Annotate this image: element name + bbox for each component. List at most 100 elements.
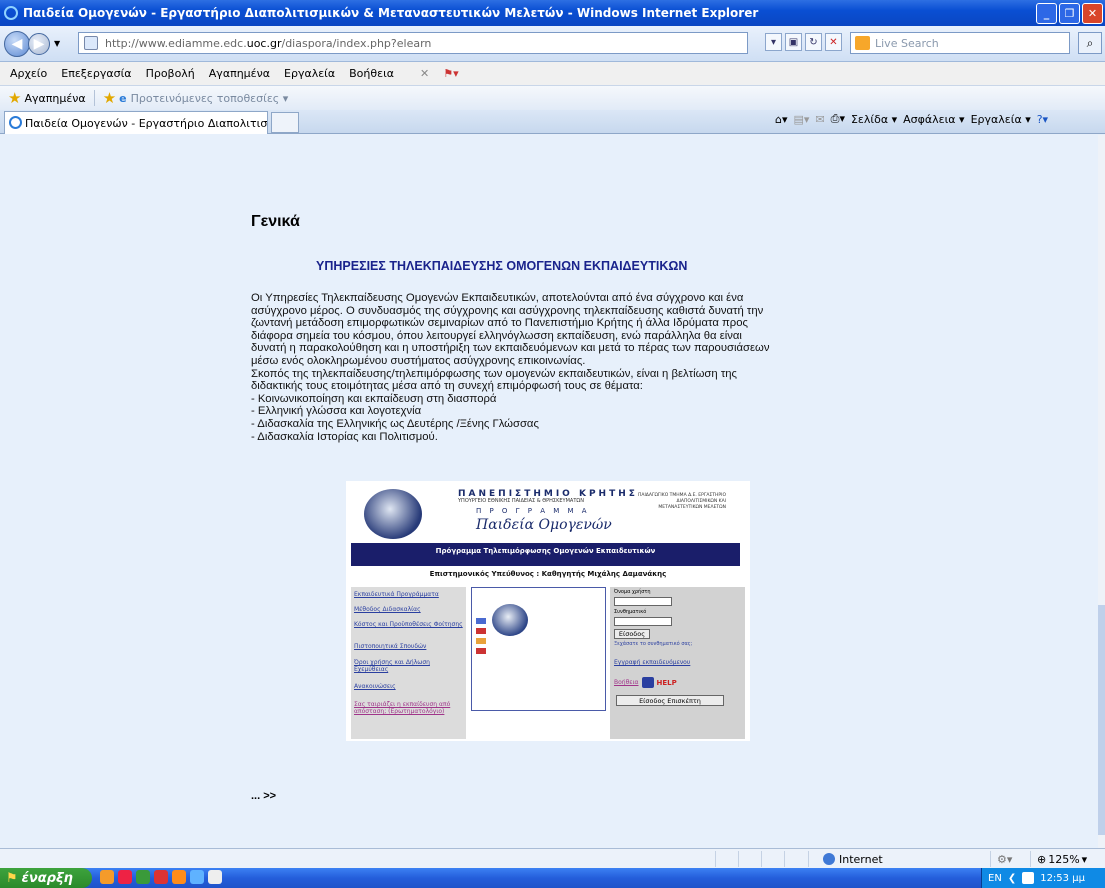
status-bar: Internet ⚙▾ ⊕ 125% ▾ [0,848,1105,868]
history-dropdown-icon[interactable]: ▼ [54,39,60,48]
banner-login-button: Είσοδος [614,629,650,639]
addon-icon[interactable]: ⚑▾ [443,67,458,80]
zoom-control[interactable]: ⊕ 125% ▾ [1030,851,1105,867]
ie-window: Παιδεία Ομογενών - Εργαστήριο Διαπολιτισ… [0,0,1105,888]
body-line: Σκοπός της τηλεκπαίδευσης/τηλεπιμόρφωσης… [251,367,738,380]
page-menu[interactable]: Σελίδα ▾ [851,113,897,126]
refresh-icon[interactable]: ↻ [805,33,822,51]
banner-login-panel: Όνομα χρήστη Συνθηματικό Είσοδος Ξεχάσατ… [610,587,745,739]
page-body: Οι Υπηρεσίες Τηλεκπαίδευσης Ομογενών Εκπ… [251,292,863,443]
banner-menu-item: Πιστοποιητικά Σπουδών [354,643,427,650]
banner-menu-item: Μέθοδος Διδασκαλίας [354,606,421,613]
flag-icon [476,628,486,634]
suggested-sites-link[interactable]: Προτεινόμενες τοποθεσίες ▾ [131,92,289,105]
banner-password-field [614,617,672,626]
protected-mode-icon[interactable]: ⚙▾ [990,851,1030,867]
search-button[interactable]: ⌕ [1078,32,1102,54]
safety-menu[interactable]: Ασφάλεια ▾ [903,113,964,126]
body-line: - Κοινωνικοποίηση και εκπαίδευση στη δια… [251,392,497,405]
menu-bar: Αρχείο Επεξεργασία Προβολή Αγαπημένα Εργ… [0,62,1105,86]
page-content: Γενικά ΥΠΗΡΕΣΙΕΣ ΤΗΛΕΚΠΑΙΔΕΥΣΗΣ ΟΜΟΓΕΝΩΝ… [0,135,1098,848]
quicklaunch-icon[interactable] [208,870,222,884]
banner-help-icon [641,677,654,688]
menu-favorites[interactable]: Αγαπημένα [209,67,270,80]
body-line: ασύγχρονο μέρος. Ο συνδυασμός της σύγχρο… [251,304,764,317]
mail-icon[interactable]: ✉ [815,113,824,126]
tray-arrow-icon[interactable]: ❮ [1008,873,1016,884]
home-icon[interactable]: ⌂▾ [775,113,788,126]
banner-program: Π Ρ Ο Γ Ρ Α Μ Μ Α [476,507,590,515]
globe-logo-icon [364,489,422,539]
tab-active[interactable]: Παιδεία Ομογενών - Εργαστήριο Διαπολιτισ… [4,111,268,134]
banner-ministry: ΥΠΟΥΡΓΕΙΟ ΕΘΝΙΚΗΣ ΠΑΙΔΕΙΑΣ & ΘΡΗΣΚΕΥΜΑΤΩ… [458,498,584,504]
clock: 12:53 μμ [1040,872,1085,884]
body-line: - Ελληνική γλώσσα και λογοτεχνία [251,405,422,418]
internet-zone-icon [823,853,835,865]
url-path: /diaspora/index.php?elearn [281,36,432,50]
menu-tools[interactable]: Εργαλεία [284,67,335,80]
banner-username-field [614,597,672,606]
favorites-button[interactable]: Αγαπημένα [24,92,85,105]
quicklaunch-ie-icon[interactable] [190,870,204,884]
quicklaunch-icon[interactable] [118,870,132,884]
banner-username-label: Όνομα χρήστη [614,589,651,595]
search-input[interactable]: Live Search [850,32,1070,54]
feeds-icon[interactable]: ▤▾ [794,113,810,126]
banner-menu-item: Ανακοινώσεις [354,683,396,690]
minimize-button[interactable]: _ [1036,3,1057,24]
forward-button[interactable]: ▶ [28,32,50,55]
banner-menu: Εκπαιδευτικά Προγράμματα Μέθοδος Διδασκα… [351,587,466,739]
scroll-thumb[interactable] [1098,605,1105,835]
back-button[interactable]: ◀ [4,30,30,57]
banner-dept: ΠΑΙΔΑΓΩΓΙΚΟ ΤΜΗΜΑ Δ.Ε. ΕΡΓΑΣΤΗΡΙΟ ΔΙΑΠΟΛ… [638,493,726,510]
add-favorite-icon[interactable]: ★ [103,89,116,107]
tray-app-icon[interactable] [1022,872,1035,884]
body-line: - Διδασκαλία της Ελληνικής ως Δευτέρης /… [251,417,539,430]
compat-view-icon[interactable]: ▣ [785,33,802,51]
body-line: διάφορα σημεία του κόσμου, όπου λειτουργ… [251,329,742,342]
window-title: Παιδεία Ομογενών - Εργαστήριο Διαπολιτισ… [23,6,759,20]
more-link[interactable]: ... >> [251,790,276,802]
address-input[interactable]: http://www.ediamme.edc. uoc.gr/diaspora/i… [78,32,748,54]
program-screenshot-image: ΠΑΝΕΠΙΣΤΗΜΙΟ ΚΡΗΤΗΣ ΥΠΟΥΡΓΕΙΟ ΕΘΝΙΚΗΣ ΠΑ… [346,481,750,741]
flag-icon [476,648,486,654]
new-tab-button[interactable] [271,112,299,133]
banner-help-text: HELP [656,678,677,687]
url-host: uoc.gr [246,36,282,50]
maximize-button[interactable]: ❐ [1059,3,1080,24]
banner-supervisor: Επιστημονικός Υπεύθυνος : Καθηγητής Μιχά… [429,570,667,578]
stop-icon[interactable]: ✕ [825,33,842,51]
ie-logo-icon [4,6,18,20]
quicklaunch-icon[interactable] [154,870,168,884]
quicklaunch-icon[interactable] [172,870,186,884]
close-button[interactable]: ✕ [1082,3,1103,24]
banner-menu-item: Κόστος και Προϋποθέσεις Φοίτησης [354,621,463,628]
command-bar: ⌂▾ ▤▾ ✉ ⎙▾ Σελίδα ▾ Ασφάλεια ▾ Εργαλεία … [775,112,1048,126]
language-indicator[interactable]: EN [988,873,1002,884]
url-prefix: http://www.ediamme.edc. [105,36,247,50]
tab-ie-icon [9,116,22,129]
zoom-icon: ⊕ [1037,852,1047,866]
menu-edit[interactable]: Επεξεργασία [61,67,131,80]
banner-register-link: Εγγραφή εκπαιδευόμενου [614,659,691,666]
close-toolbar-icon[interactable]: ✕ [420,67,429,80]
address-dropdown-icon[interactable]: ▾ [765,33,782,51]
tools-menu[interactable]: Εργαλεία ▾ [971,113,1031,126]
banner-center-image [471,587,606,711]
favorites-star-icon[interactable]: ★ [8,89,21,107]
menu-view[interactable]: Προβολή [146,67,195,80]
menu-file[interactable]: Αρχείο [10,67,47,80]
quicklaunch-icon[interactable] [100,870,114,884]
page-subtitle: ΥΠΗΡΕΣΙΕΣ ΤΗΛΕΚΠΑΙΔΕΥΣΗΣ ΟΜΟΓΕΝΩΝ ΕΚΠΑΙΔ… [316,259,688,273]
banner-menu-item: Σας ταιριάζει η εκπαίδευση από απόσταση;… [354,701,451,715]
print-icon[interactable]: ⎙▾ [831,112,845,126]
vertical-scrollbar[interactable] [1098,135,1105,848]
tab-label: Παιδεία Ομογενών - Εργαστήριο Διαπολιτισ… [25,116,268,130]
start-button[interactable]: ⚑ έναρξη [0,868,92,888]
body-line: διδακτικής τους ετοιμότητας μέσα από τη … [251,380,643,393]
help-icon[interactable]: ?▾ [1037,113,1048,126]
page-icon [84,36,98,50]
quicklaunch-icon[interactable] [136,870,150,884]
body-line: δυνατή η παρακολούθηση και η υποστήριξη … [251,342,770,355]
menu-help[interactable]: Βοήθεια [349,67,394,80]
